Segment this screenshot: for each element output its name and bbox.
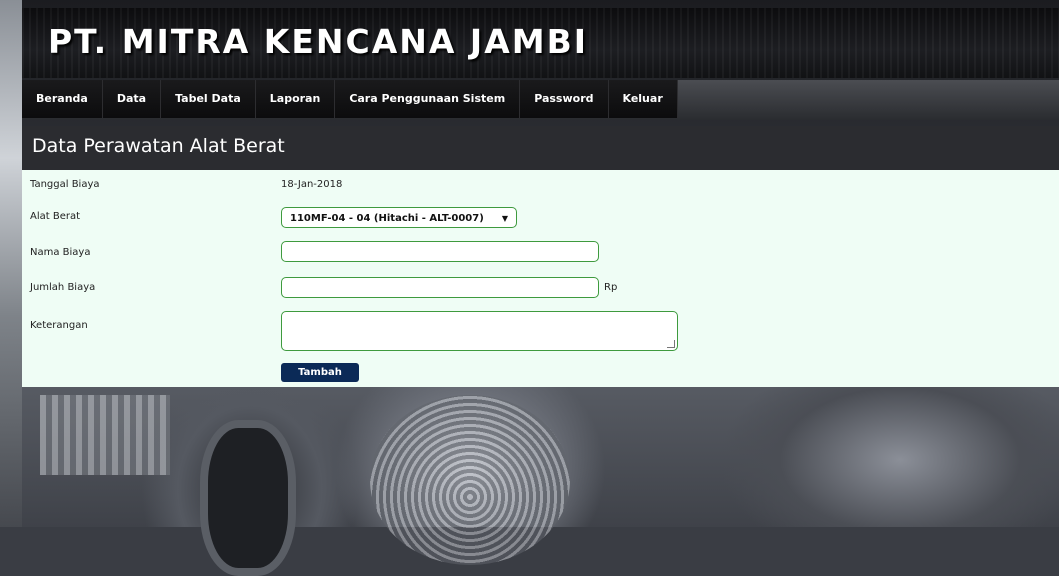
keterangan-label: Keterangan [30,320,88,331]
jumlah-biaya-input[interactable] [281,277,599,298]
nav-item-keluar[interactable]: Keluar [608,80,678,118]
resize-grip-icon[interactable] [667,340,675,348]
nav-item-beranda[interactable]: Beranda [22,80,103,118]
nav-item-password[interactable]: Password [520,80,609,118]
tambah-button[interactable]: Tambah [281,363,359,382]
keterangan-textarea[interactable] [281,311,678,351]
page-title: Data Perawatan Alat Berat [32,135,285,157]
background-building [40,395,170,475]
main-navbar: Beranda Data Tabel Data Laporan Cara Pen… [22,80,1059,120]
nav-item-tabel-data[interactable]: Tabel Data [161,80,256,118]
background-wheel [200,420,296,576]
background-tire-chain [370,395,570,565]
currency-label: Rp [604,282,618,293]
site-title: PT. MITRA KENCANA JAMBI [48,22,589,61]
alat-berat-label: Alat Berat [30,211,81,222]
tanggal-biaya-value: 18-Jan-2018 [281,179,343,190]
jumlah-biaya-label: Jumlah Biaya [30,282,96,293]
background-left-strip [0,0,22,527]
alat-berat-selected-value: 110MF-04 - 04 (Hitachi - ALT-0007) [290,213,484,224]
nav-item-cara-penggunaan[interactable]: Cara Penggunaan Sistem [335,80,521,118]
alat-berat-select[interactable]: 110MF-04 - 04 (Hitachi - ALT-0007) ▼ [281,207,517,228]
nav-item-data[interactable]: Data [102,80,162,118]
site-header: PT. MITRA KENCANA JAMBI [22,8,1059,78]
page-title-bar: Data Perawatan Alat Berat [22,126,1059,170]
nav-item-laporan[interactable]: Laporan [255,80,336,118]
form-panel: Tanggal Biaya 18-Jan-2018 Alat Berat 110… [22,170,1059,387]
tanggal-biaya-label: Tanggal Biaya [30,179,100,190]
nav-menu: Beranda Data Tabel Data Laporan Cara Pen… [22,80,678,118]
chevron-down-icon: ▼ [501,214,508,223]
nama-biaya-input[interactable] [281,241,599,262]
nama-biaya-label: Nama Biaya [30,247,91,258]
